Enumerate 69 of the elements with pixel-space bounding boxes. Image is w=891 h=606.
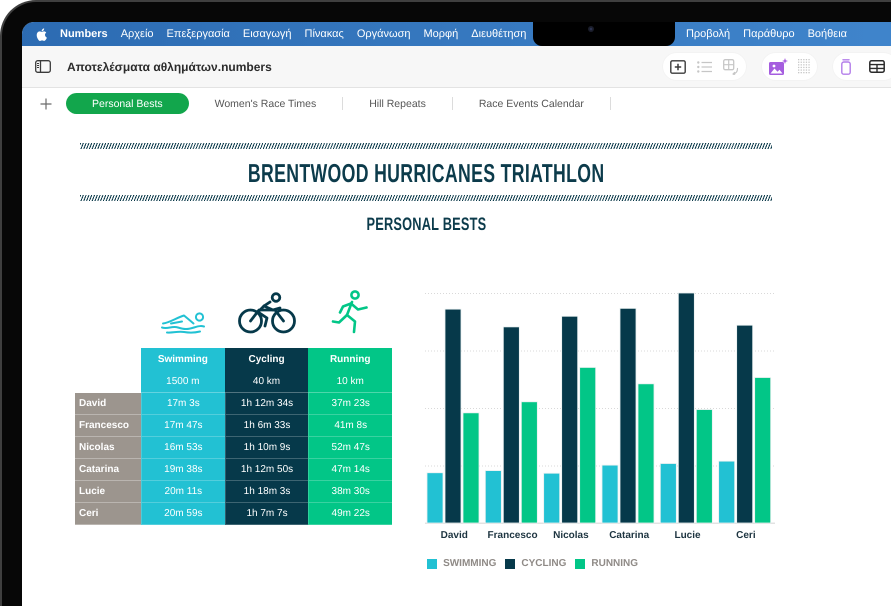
axis-label: David <box>440 530 469 541</box>
row-header: Francesco <box>75 415 141 437</box>
table-cell: 1h 10m 9s <box>224 437 308 459</box>
menu-item[interactable]: Προβολή <box>686 28 730 40</box>
table-cell: 1h 12m 34s <box>224 393 308 415</box>
report-title: BRENTWOOD HURRICANES TRIATHLON <box>248 158 604 188</box>
axis-label: Lucie <box>673 530 702 541</box>
swimmer-icon <box>160 312 206 334</box>
menu-item[interactable]: Διευθέτηση <box>471 28 526 40</box>
table-cell: 19m 38s <box>141 459 225 481</box>
distance-header: 40 km <box>224 370 308 393</box>
menu-item[interactable]: Αρχείο <box>120 28 154 40</box>
column-header: Running <box>308 348 392 370</box>
report-subtitle: PERSONAL BESTS <box>366 214 486 234</box>
table-cell: 38m 30s <box>308 481 392 503</box>
menu-item[interactable]: Βοήθεια <box>808 28 847 40</box>
add-sheet-button[interactable] <box>40 98 52 110</box>
document-title: Αποτελέσματα αθλημάτων.numbers <box>67 60 272 74</box>
table-icon[interactable] <box>869 60 885 73</box>
sheet-tab[interactable]: Race Events Calendar <box>452 93 610 114</box>
axis-label: Ceri <box>735 530 757 541</box>
table-cell: 49m 22s <box>308 503 392 525</box>
menu-item[interactable]: Οργάνωση <box>356 28 410 40</box>
column-header: Swimming <box>141 348 225 370</box>
table-cell: 1h 7m 7s <box>224 503 308 525</box>
legend-label: RUNNING <box>591 558 638 569</box>
camera-icon <box>588 26 594 32</box>
table-cell: 37m 23s <box>308 393 392 415</box>
row-header: David <box>75 393 141 415</box>
row-header: Ceri <box>75 503 141 525</box>
row-header: Lucie <box>75 481 141 503</box>
table-cell: 20m 11s <box>141 481 225 503</box>
table-cell: 1h 12m 50s <box>224 459 308 481</box>
menu-item[interactable]: Παράθυρο <box>743 28 795 40</box>
legend-label: CYCLING <box>521 558 566 569</box>
table-cell: 52m 47s <box>308 437 392 459</box>
table-cell: 47m 14s <box>308 459 392 481</box>
menu-item[interactable]: Μορφή <box>424 28 458 40</box>
plus-icon <box>40 98 52 110</box>
distance-header: 1500 m <box>141 370 225 393</box>
cyclist-icon <box>238 292 296 334</box>
table-cell: 1h 18m 3s <box>224 481 308 503</box>
column-header: Cycling <box>224 348 308 370</box>
axis-label: Nicolas <box>552 530 590 541</box>
distance-header: 10 km <box>308 370 392 393</box>
menu-item[interactable]: Πίνακας <box>304 28 344 40</box>
row-header: Catarina <box>75 459 141 481</box>
sheet-tab[interactable]: Personal Bests <box>66 93 189 114</box>
table-cell: 20m 59s <box>141 503 225 525</box>
table-cell: 41m 8s <box>308 415 392 437</box>
menu-item[interactable]: Επεξεργασία <box>166 28 230 40</box>
plus-box-icon[interactable] <box>670 60 686 74</box>
app-menu[interactable]: Numbers <box>60 28 108 40</box>
axis-label: Francesco <box>486 530 539 541</box>
sheet-tab[interactable]: Women's Race Times <box>188 93 342 114</box>
row-header: Nicolas <box>75 437 141 459</box>
apple-icon[interactable] <box>36 28 47 40</box>
image-sparkle-icon[interactable] <box>769 58 788 75</box>
axis-label: Catarina <box>608 530 650 541</box>
rounded-rect-icon[interactable] <box>841 58 851 74</box>
legend-label: SWIMMING <box>443 558 496 569</box>
runner-icon <box>331 290 370 334</box>
sidebar-icon[interactable] <box>35 60 51 73</box>
table-cell: 16m 53s <box>141 437 225 459</box>
sheet-tab[interactable]: Hill Repeats <box>343 93 452 114</box>
table-cell: 17m 3s <box>141 393 225 415</box>
table-cell: 1h 6m 33s <box>224 415 308 437</box>
table-cell: 17m 47s <box>141 415 225 437</box>
menu-item[interactable]: Εισαγωγή <box>242 28 292 40</box>
